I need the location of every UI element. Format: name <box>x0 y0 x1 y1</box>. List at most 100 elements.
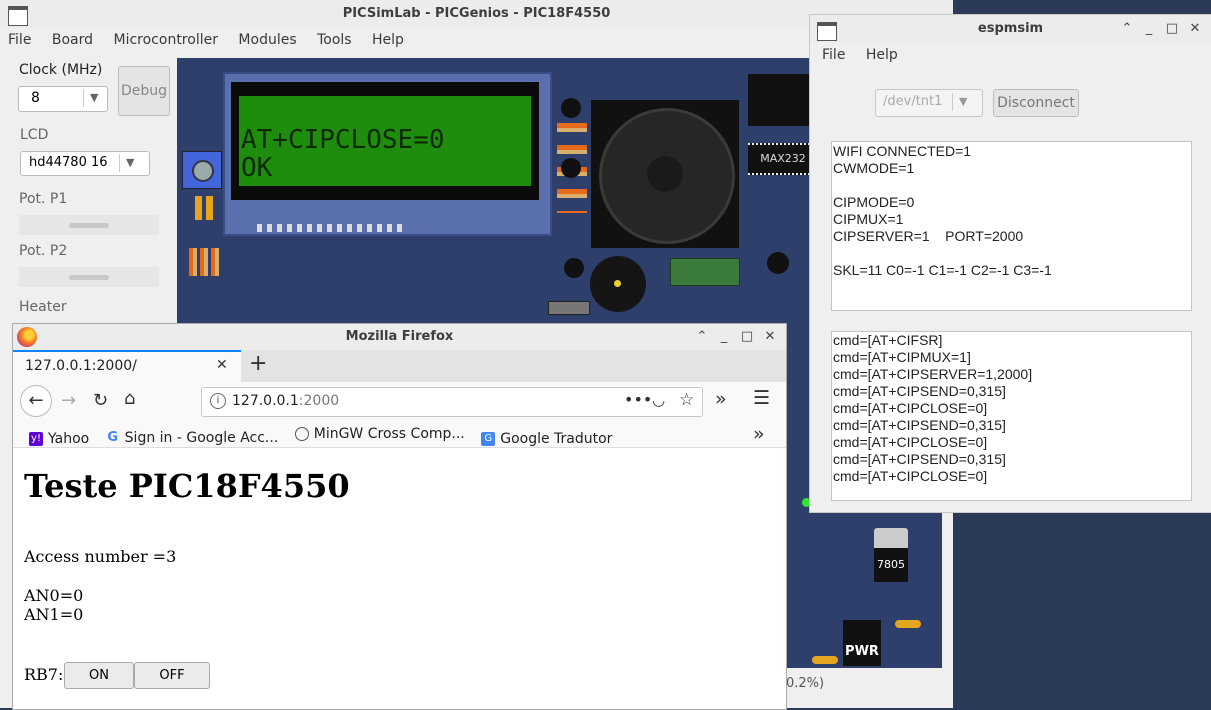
fan <box>591 100 739 248</box>
pot2-slider-handle[interactable] <box>69 275 109 280</box>
lcd-select-value: hd44780 16 <box>29 155 108 170</box>
menu-microcontroller[interactable]: Microcontroller <box>106 28 226 52</box>
menu-board[interactable]: Board <box>44 28 101 52</box>
maximize-icon[interactable]: □ <box>1161 15 1183 43</box>
page-content: Teste PIC18F4550 Access number =3 AN0=0 … <box>13 449 786 709</box>
page-heading: Teste PIC18F4550 <box>24 467 350 505</box>
menu-tools[interactable]: Tools <box>309 28 360 52</box>
disconnect-button[interactable]: Disconnect <box>993 89 1079 117</box>
lcd-select[interactable]: hd44780 16 ▼ <box>20 151 150 176</box>
switch[interactable] <box>548 301 590 315</box>
maximize-icon[interactable]: □ <box>736 324 758 350</box>
yahoo-icon: y! <box>29 432 43 446</box>
access-number-text: Access number =3 <box>24 547 177 566</box>
google-icon: G <box>107 430 118 445</box>
an1-text: AN1=0 <box>24 605 84 624</box>
ic-top <box>748 74 818 126</box>
espmsim-window: espmsim ⌃ _ □ ✕ File Help /dev/tnt1 ▼ Di… <box>809 14 1211 513</box>
menu-file[interactable]: File <box>0 28 39 52</box>
transistor <box>561 98 581 118</box>
port-select[interactable]: /dev/tnt1 ▼ <box>875 89 983 117</box>
pot2-label: Pot. P2 <box>19 243 68 259</box>
menu-modules[interactable]: Modules <box>230 28 304 52</box>
espmsim-title: espmsim <box>977 21 1044 36</box>
hamburger-menu-icon[interactable]: ☰ <box>753 387 770 409</box>
back-button[interactable]: ← <box>20 385 52 417</box>
back-arrow-icon: ← <box>28 390 44 411</box>
close-tab-icon[interactable]: ✕ <box>216 357 228 373</box>
url-text: 127.0.0.1:2000 <box>232 393 339 409</box>
firefox-logo-icon <box>17 327 37 347</box>
clock-value: 8 <box>31 90 40 106</box>
url-bar[interactable]: i 127.0.0.1:2000 ••• ◡ ☆ <box>201 387 703 417</box>
on-button[interactable]: ON <box>64 662 134 689</box>
status-textbox[interactable]: WIFI CONNECTED=1 CWMODE=1 CIPMODE=0 CIPM… <box>831 141 1192 311</box>
chevron-up-icon[interactable]: ⌃ <box>691 324 713 350</box>
clock-label: Clock (MHz) <box>19 62 103 78</box>
globe-icon <box>294 427 309 441</box>
regulator-7805: 7805 <box>874 528 908 598</box>
pot1-slider[interactable] <box>19 215 159 235</box>
nav-bar: ← → ↻ ⌂ i 127.0.0.1:2000 ••• ◡ ☆ » ☰ <box>13 382 786 422</box>
firefox-title: Mozilla Firefox <box>345 329 454 344</box>
heater-label: Heater <box>19 299 67 315</box>
tab-label: 127.0.0.1:2000/ <box>25 358 137 374</box>
close-icon[interactable]: ✕ <box>759 324 781 350</box>
pot1-label: Pot. P1 <box>19 191 68 207</box>
lcd-pins <box>257 224 407 232</box>
pwr-label: PWR <box>845 644 879 659</box>
espmsim-menubar: File Help <box>814 43 1207 67</box>
reload-icon[interactable]: ↻ <box>93 390 108 411</box>
close-icon[interactable]: ✕ <box>1184 15 1206 43</box>
pocket-icon[interactable]: ◡ <box>652 391 665 409</box>
resistor-array <box>189 248 221 276</box>
bookmarks-overflow-icon[interactable]: » <box>753 422 765 446</box>
port-value: /dev/tnt1 <box>883 94 943 109</box>
bookmark-mingw[interactable]: MinGW Cross Comp... <box>294 422 465 446</box>
transistor <box>767 252 789 274</box>
bookmark-google-signin[interactable]: G Sign in - Google Acc... <box>106 426 278 450</box>
bookmark-mingw-label: MinGW Cross Comp... <box>313 426 465 442</box>
menu-help[interactable]: Help <box>364 28 412 52</box>
esp-menu-help[interactable]: Help <box>858 43 906 67</box>
pwr-switch[interactable]: PWR <box>843 620 881 666</box>
off-button[interactable]: OFF <box>134 662 210 689</box>
overflow-chevron-icon[interactable]: » <box>715 388 727 410</box>
cmd-log-textbox[interactable]: cmd=[AT+CIFSR] cmd=[AT+CIPMUX=1] cmd=[AT… <box>831 331 1192 501</box>
pot1-slider-handle[interactable] <box>69 223 109 228</box>
transistor <box>564 258 584 278</box>
bookmarks-bar: y! Yahoo G Sign in - Google Acc... MinGW C… <box>13 422 786 448</box>
forward-arrow-icon[interactable]: → <box>61 390 76 411</box>
tab-strip: 127.0.0.1:2000/ ✕ + <box>13 350 786 382</box>
buzzer-center <box>614 280 621 287</box>
minimize-icon[interactable]: _ <box>713 324 735 350</box>
transistor <box>561 158 581 178</box>
tab-active[interactable]: 127.0.0.1:2000/ ✕ <box>13 350 241 382</box>
debug-button[interactable]: Debug <box>118 66 170 116</box>
lcd-screen: AT+CIPCLOSE=0 OK <box>231 82 539 200</box>
chevron-down-icon: ▼ <box>119 154 134 172</box>
cmd-log-text: cmd=[AT+CIFSR] cmd=[AT+CIPMUX=1] cmd=[AT… <box>833 332 1033 484</box>
minimize-icon[interactable]: _ <box>1138 15 1160 43</box>
fan-hub <box>647 156 683 192</box>
bookmark-yahoo[interactable]: y! Yahoo <box>29 427 89 451</box>
chevron-up-icon[interactable]: ⌃ <box>1116 15 1138 43</box>
clock-select[interactable]: 8 ▼ <box>18 86 108 112</box>
bookmark-google-tradutor[interactable]: G Google Tradutor <box>481 427 612 451</box>
info-icon[interactable]: i <box>210 393 226 409</box>
picsim-menubar: File Board Microcontroller Modules Tools… <box>0 28 810 52</box>
page-actions-icon[interactable]: ••• <box>624 390 652 409</box>
bookmark-star-icon[interactable]: ☆ <box>679 390 694 410</box>
rb7-label: RB7: <box>24 665 64 684</box>
lcd-label: LCD <box>20 127 49 143</box>
chevron-down-icon: ▼ <box>952 93 967 111</box>
esp-menu-file[interactable]: File <box>814 43 853 67</box>
trimpot[interactable] <box>182 151 222 189</box>
max232-chip: MAX232 <box>748 143 818 175</box>
translate-icon: G <box>481 432 496 446</box>
pot2-slider[interactable] <box>19 267 159 287</box>
home-icon[interactable]: ⌂ <box>124 388 135 409</box>
capacitor <box>195 196 215 220</box>
new-tab-icon[interactable]: + <box>249 351 267 376</box>
buzzer <box>590 256 646 312</box>
